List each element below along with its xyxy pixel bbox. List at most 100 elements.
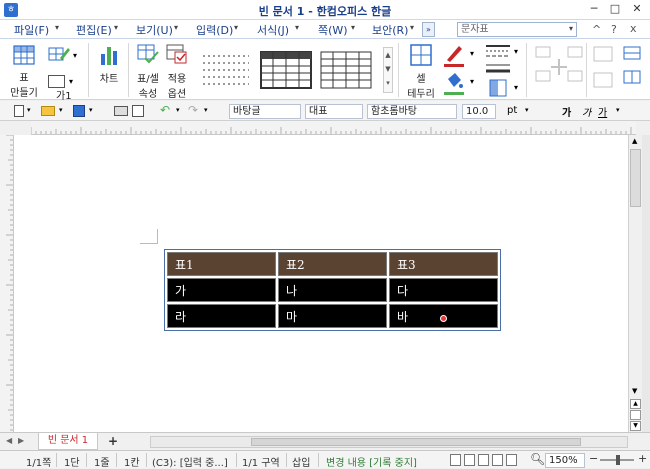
table-cell[interactable]: 표3 [389,252,498,276]
menu-insert[interactable]: 입력(D) [196,22,233,38]
tab-nav-prev-icon[interactable]: ◀ [6,436,12,445]
menu-edit[interactable]: 편집(E) [76,22,112,38]
chevron-down-icon[interactable]: ▾ [410,23,414,32]
preview-icon[interactable] [132,105,144,117]
document-table[interactable]: 표1 표2 표3 가 나 다 라 마 바 [164,249,501,331]
char-table-search[interactable]: 문자표 [457,22,577,37]
table-style-grid[interactable] [319,50,373,90]
zoom-search-icon[interactable]: 🔍︎ [530,452,545,466]
table-insert-icon[interactable] [622,45,644,93]
add-tab-button[interactable]: + [108,434,118,448]
zoom-in-icon[interactable]: + [638,452,647,465]
pen-icon[interactable] [444,43,464,63]
chevron-down-icon[interactable]: ▾ [114,23,118,32]
underline-button[interactable]: 가 [598,104,607,119]
chart-button[interactable]: 차트 [95,43,123,93]
undo-icon[interactable]: ↶ [160,103,170,117]
status-insert-mode[interactable]: 삽입 [292,454,310,469]
view-mode-icon[interactable] [464,454,475,466]
vertical-ruler[interactable] [0,134,14,432]
zoom-slider-thumb[interactable] [616,455,620,465]
print-icon[interactable] [114,106,128,116]
table-cell-properties-button[interactable]: 표/셀 속성 [133,43,163,100]
page-nav-icon[interactable] [630,410,641,420]
view-mode-icon[interactable] [492,454,503,466]
chevron-down-icon[interactable]: ▾ [514,47,518,56]
table-cell[interactable]: 라 [167,304,276,328]
chevron-down-icon[interactable]: ▾ [234,23,238,32]
chevron-down-icon[interactable]: ▾ [470,77,474,86]
chevron-down-icon[interactable]: ▾ [616,106,620,114]
border-layout-icon[interactable] [489,79,507,97]
chevron-down-icon[interactable]: ▾ [73,51,77,60]
table-cell[interactable]: 나 [278,278,387,302]
save-icon[interactable] [73,105,85,117]
collapse-ribbon-icon[interactable]: ^ [592,23,601,36]
tab-nav-next-icon[interactable]: ▶ [18,436,24,445]
cell-border-button[interactable]: 셀 테두리 [404,43,438,100]
help-icon[interactable]: ? [611,23,617,36]
gallery-scroll[interactable]: ▲ ▼ ▾ [383,47,393,93]
font-select[interactable]: 함초롬바탕 [367,104,457,119]
chevron-down-icon[interactable]: ▾ [174,23,178,32]
line-style-icon[interactable] [485,43,511,59]
next-page-icon[interactable]: ▼ [630,421,641,431]
hscroll-thumb[interactable] [251,438,581,446]
close-doc-icon[interactable]: x [630,22,637,35]
close-button[interactable]: ✕ [629,2,645,16]
chevron-down-icon[interactable]: ▾ [27,106,31,114]
zoom-select[interactable]: 150% [545,453,585,468]
table-make-button[interactable]: 표 만들기 [8,43,40,99]
chevron-down-icon[interactable]: ▾ [514,83,518,92]
cell-merge-icon[interactable] [534,45,584,93]
view-mode-icon[interactable] [506,454,517,466]
open-folder-icon[interactable] [41,106,55,116]
zoom-out-icon[interactable]: − [589,452,598,465]
chevron-down-icon[interactable]: ▾ [470,49,474,58]
status-track-changes[interactable]: 변경 내용 [기록 중지] [326,454,417,469]
table-style-bold-grid[interactable] [259,50,313,90]
fill-bucket-icon[interactable] [444,71,464,91]
view-mode-icon[interactable] [478,454,489,466]
menu-format[interactable]: 서식(J) [257,22,289,38]
view-mode-icon[interactable] [450,454,461,466]
table-cell[interactable]: 표1 [167,252,276,276]
cell-split-icon[interactable] [592,45,616,93]
chevron-down-icon[interactable]: ▾ [69,77,73,86]
maximize-button[interactable]: □ [607,2,623,16]
chevron-down-icon[interactable]: ▾ [89,106,93,114]
app-logo-icon[interactable]: ㅎ [4,3,18,17]
menu-view[interactable]: 보기(U) [136,22,173,38]
menu-file[interactable]: 파일(F) [14,22,49,38]
menu-security[interactable]: 보안(R) [372,22,408,38]
chevron-down-icon[interactable]: ▾ [295,23,299,32]
bold-button[interactable]: 가 [562,104,571,119]
table-cell[interactable]: 가 [167,278,276,302]
font-size-input[interactable]: 10.0 [462,104,496,119]
redo-icon[interactable]: ↷ [188,103,198,117]
chevron-down-icon[interactable]: ▾ [176,106,180,114]
apply-options-button[interactable]: 적용 옵션 [163,43,191,100]
outline-select[interactable]: 대표 [305,104,363,119]
chevron-down-icon[interactable]: ▾ [59,106,63,114]
table-style-plain[interactable] [199,50,253,90]
table-cell[interactable]: 표2 [278,252,387,276]
italic-button[interactable]: 가 [582,104,591,119]
scroll-thumb[interactable] [630,149,641,207]
more-menu-icon[interactable]: » [422,22,435,37]
horizontal-ruler[interactable] [30,121,636,135]
chevron-down-icon[interactable]: ▾ [55,23,59,32]
prev-page-icon[interactable]: ▲ [630,399,641,409]
scroll-down-icon[interactable]: ▼ [632,387,637,395]
table-edit-icon[interactable] [48,44,70,64]
vertical-scrollbar[interactable]: ▲ ▼ ▲ ▼ [628,135,642,432]
chevron-down-icon[interactable]: ▾ [351,23,355,32]
chevron-down-icon[interactable]: ▾ [204,106,208,114]
chevron-down-icon[interactable]: ▾ [525,106,529,114]
horizontal-scrollbar[interactable] [150,436,628,448]
scroll-up-icon[interactable]: ▲ [632,137,637,145]
tab-document[interactable]: 빈 문서 1 [38,433,98,450]
minimize-button[interactable]: ─ [586,2,602,16]
new-document-icon[interactable] [14,105,24,117]
side-panel-handle[interactable] [642,135,650,432]
